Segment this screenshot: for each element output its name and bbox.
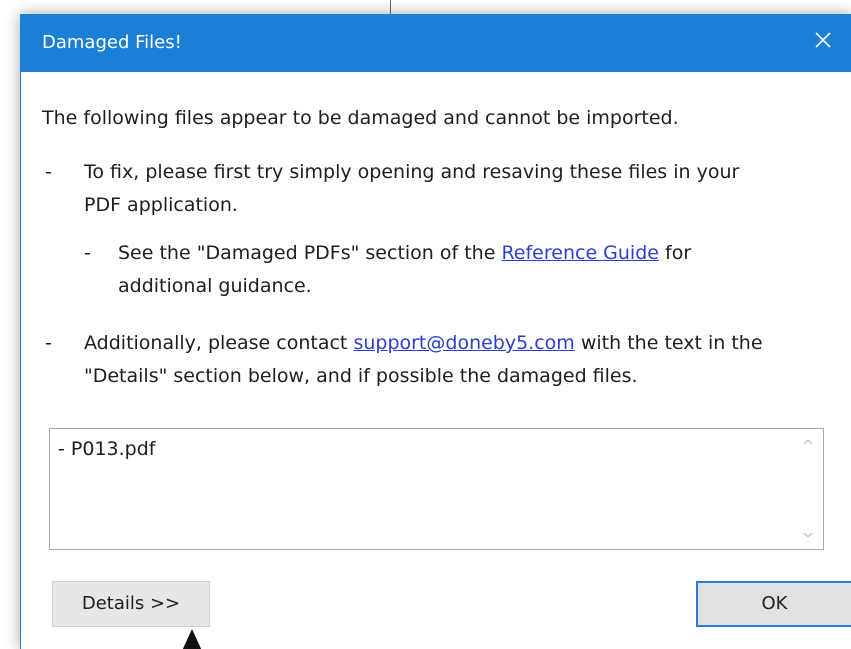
bullet2-line1: Additionally, please contact support@don… <box>84 327 763 359</box>
bullet1-line1: To fix, please first try simply opening … <box>84 161 740 183</box>
dialog-titlebar[interactable]: Damaged Files! <box>21 14 851 72</box>
reference-guide-link[interactable]: Reference Guide <box>501 242 659 264</box>
close-button[interactable] <box>794 14 851 72</box>
scroll-down-button[interactable] <box>793 523 823 549</box>
close-icon <box>815 32 831 48</box>
sub-bullet-line2: additional guidance. <box>118 275 312 297</box>
bullet2-suffix: with the text in the <box>574 332 763 354</box>
background-divider <box>390 0 391 14</box>
sub-bullet-dash: - <box>84 242 91 264</box>
details-textbox[interactable]: - P013.pdf <box>49 428 824 550</box>
damaged-files-dialog: Damaged Files! The following files appea… <box>20 14 851 649</box>
sub-bullet-line1: See the "Damaged PDFs" section of the Re… <box>118 237 691 269</box>
bullet-dash: - <box>45 161 52 183</box>
scroll-up-button[interactable] <box>793 429 823 455</box>
bullet1-line2: PDF application. <box>84 194 238 216</box>
sub-bullet-prefix: See the "Damaged PDFs" section of the <box>118 242 502 264</box>
support-email-link[interactable]: support@doneby5.com <box>353 332 574 354</box>
intro-text: The following files appear to be damaged… <box>42 107 679 129</box>
mouse-pointer-icon <box>182 629 202 649</box>
details-content: - P013.pdf <box>58 438 156 460</box>
details-button[interactable]: Details >> <box>52 581 210 627</box>
bullet-dash: - <box>45 332 52 354</box>
dialog-title: Damaged Files! <box>42 32 182 53</box>
chevron-down-icon <box>803 532 813 538</box>
details-scrollbar[interactable] <box>793 429 823 549</box>
chevron-up-icon <box>803 439 813 445</box>
sub-bullet-suffix: for <box>658 242 692 264</box>
ok-button[interactable]: OK <box>696 581 851 627</box>
bullet2-prefix: Additionally, please contact <box>84 332 354 354</box>
bullet2-line2: "Details" section below, and if possible… <box>84 365 638 387</box>
